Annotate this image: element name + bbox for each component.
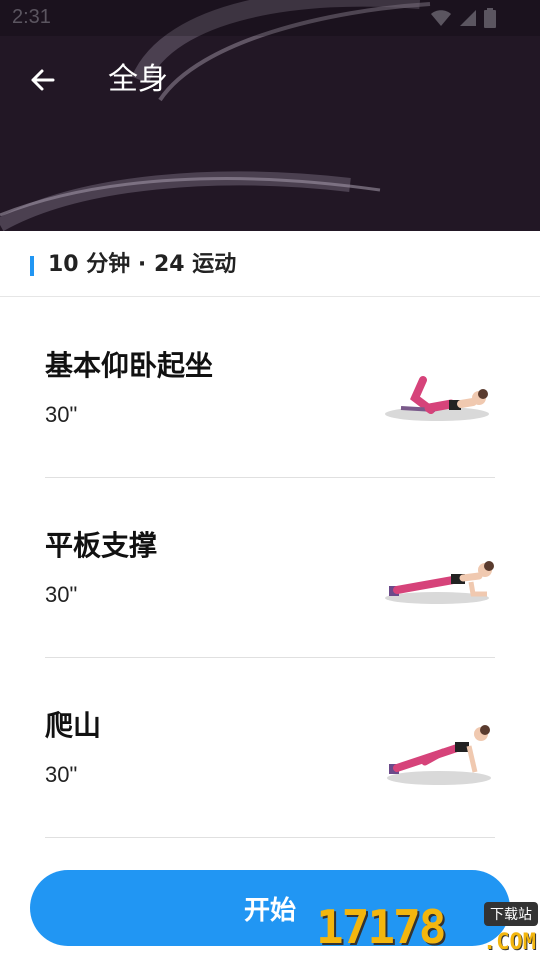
exercise-item-plank[interactable]: 平板支撑 30" bbox=[45, 478, 495, 658]
arrow-left-icon bbox=[31, 69, 55, 91]
exercise-name: 爬山 bbox=[45, 709, 102, 742]
page-title: 全身 bbox=[108, 62, 168, 97]
watermark-suffix: .COM bbox=[483, 930, 536, 955]
exercise-duration: 30" bbox=[45, 402, 78, 427]
signal-icon bbox=[460, 10, 476, 26]
exercise-item-mountain-climber[interactable]: 爬山 30" bbox=[45, 658, 495, 838]
summary-text: 10 分钟 · 24 运动 bbox=[48, 252, 237, 277]
exercise-name: 平板支撑 bbox=[45, 529, 158, 562]
battery-icon bbox=[484, 8, 496, 28]
watermark-tag: 下载站 bbox=[484, 902, 538, 926]
plank-illustration-icon bbox=[385, 561, 494, 604]
exercise-duration: 30" bbox=[45, 582, 78, 607]
workout-summary: 10 分钟 · 24 运动 bbox=[0, 231, 540, 297]
status-time: 2:31 bbox=[12, 6, 51, 28]
watermark-number: 17178 bbox=[316, 900, 446, 954]
hero-banner: 2:31 全身 bbox=[0, 0, 540, 231]
mountain-climber-illustration-icon bbox=[387, 725, 491, 785]
status-bar: 2:31 bbox=[0, 0, 540, 36]
crunch-illustration-icon bbox=[385, 376, 489, 421]
exercise-item-crunch[interactable]: 基本仰卧起坐 30" bbox=[45, 298, 495, 478]
back-button[interactable] bbox=[22, 60, 62, 100]
exercise-name: 基本仰卧起坐 bbox=[45, 349, 214, 382]
accent-bar bbox=[30, 256, 34, 276]
wifi-icon bbox=[431, 10, 451, 26]
site-watermark: 17178 下载站 .COM bbox=[316, 900, 540, 960]
status-icons bbox=[430, 8, 496, 28]
exercise-duration: 30" bbox=[45, 762, 78, 787]
